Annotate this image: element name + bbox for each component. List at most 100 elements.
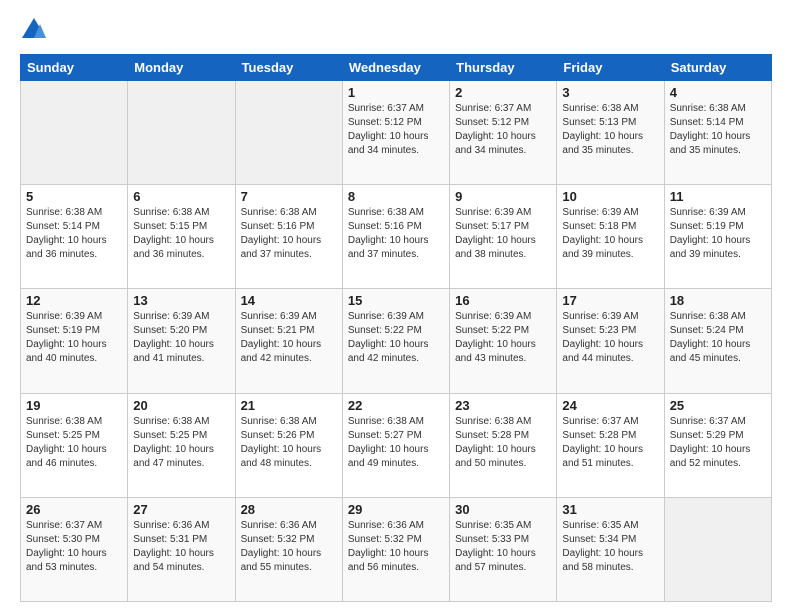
day-info: Sunrise: 6:37 AM Sunset: 5:30 PM Dayligh… [26, 519, 122, 575]
day-info: Sunrise: 6:38 AM Sunset: 5:14 PM Dayligh… [26, 206, 122, 262]
day-info: Sunrise: 6:39 AM Sunset: 5:17 PM Dayligh… [455, 206, 551, 262]
logo [20, 16, 52, 44]
weekday-monday: Monday [128, 55, 235, 81]
day-info: Sunrise: 6:37 AM Sunset: 5:12 PM Dayligh… [455, 102, 551, 158]
day-number: 25 [670, 398, 766, 413]
calendar-cell: 27Sunrise: 6:36 AM Sunset: 5:31 PM Dayli… [128, 497, 235, 601]
logo-icon [20, 16, 48, 44]
calendar-cell: 12 Sunrise: 6:39 AM Sunset: 5:19 PM Dayli… [21, 289, 128, 393]
day-number: 28 [241, 502, 337, 517]
day-info: Sunrise: 6:37 AM Sunset: 5:28 PM Dayligh… [562, 415, 658, 471]
day-info: Sunrise: 6:39 AM Sunset: 5:19 PM Dayligh… [26, 310, 122, 366]
calendar-cell: 30 Sunrise: 6:35 AM Sunset: 5:33 PM Dayli… [450, 497, 557, 601]
calendar-cell [21, 81, 128, 185]
day-number: 16 [455, 293, 551, 308]
calendar-cell [235, 81, 342, 185]
day-number: 9 [455, 189, 551, 204]
calendar-week-5: 26 Sunrise: 6:37 AM Sunset: 5:30 PM Dayli… [21, 497, 772, 601]
day-number: 29 [348, 502, 444, 517]
day-info: Sunrise: 6:38 AM Sunset: 5:25 PM Dayligh… [26, 415, 122, 471]
weekday-wednesday: Wednesday [342, 55, 449, 81]
calendar-cell [128, 81, 235, 185]
day-number: 15 [348, 293, 444, 308]
day-number: 5 [26, 189, 122, 204]
day-info: Sunrise: 6:38 AM Sunset: 5:14 PM Dayligh… [670, 102, 766, 158]
calendar-cell: 25 Sunrise: 6:37 AM Sunset: 5:29 PM Dayli… [664, 393, 771, 497]
calendar-week-4: 19 Sunrise: 6:38 AM Sunset: 5:25 PM Dayli… [21, 393, 772, 497]
day-number: 6 [133, 189, 229, 204]
calendar-cell: 24 Sunrise: 6:37 AM Sunset: 5:28 PM Dayli… [557, 393, 664, 497]
day-info: Sunrise: 6:39 AM Sunset: 5:22 PM Dayligh… [348, 310, 444, 366]
calendar-cell: 31Sunrise: 6:35 AM Sunset: 5:34 PM Dayli… [557, 497, 664, 601]
day-number: 17 [562, 293, 658, 308]
day-info: Sunrise: 6:38 AM Sunset: 5:26 PM Dayligh… [241, 415, 337, 471]
day-info: Sunrise: 6:35 AM Sunset: 5:33 PM Dayligh… [455, 519, 551, 575]
calendar-week-2: 5 Sunrise: 6:38 AM Sunset: 5:14 PM Daylig… [21, 185, 772, 289]
calendar-cell: 29 Sunrise: 6:36 AM Sunset: 5:32 PM Dayli… [342, 497, 449, 601]
day-number: 7 [241, 189, 337, 204]
day-number: 26 [26, 502, 122, 517]
calendar-cell: 23Sunrise: 6:38 AM Sunset: 5:28 PM Dayli… [450, 393, 557, 497]
calendar-cell: 26 Sunrise: 6:37 AM Sunset: 5:30 PM Dayli… [21, 497, 128, 601]
day-number: 11 [670, 189, 766, 204]
day-number: 4 [670, 85, 766, 100]
day-number: 12 [26, 293, 122, 308]
day-info: Sunrise: 6:38 AM Sunset: 5:27 PM Dayligh… [348, 415, 444, 471]
day-info: Sunrise: 6:39 AM Sunset: 5:18 PM Dayligh… [562, 206, 658, 262]
calendar-week-3: 12 Sunrise: 6:39 AM Sunset: 5:19 PM Dayli… [21, 289, 772, 393]
calendar-cell: 7 Sunrise: 6:38 AM Sunset: 5:16 PM Daylig… [235, 185, 342, 289]
calendar-cell: 20Sunrise: 6:38 AM Sunset: 5:25 PM Dayli… [128, 393, 235, 497]
day-number: 18 [670, 293, 766, 308]
day-number: 2 [455, 85, 551, 100]
calendar-cell: 14 Sunrise: 6:39 AM Sunset: 5:21 PM Dayli… [235, 289, 342, 393]
calendar-body: 1 Sunrise: 6:37 AM Sunset: 5:12 PM Daylig… [21, 81, 772, 602]
day-number: 24 [562, 398, 658, 413]
calendar-cell: 28 Sunrise: 6:36 AM Sunset: 5:32 PM Dayli… [235, 497, 342, 601]
day-info: Sunrise: 6:38 AM Sunset: 5:15 PM Dayligh… [133, 206, 229, 262]
day-number: 1 [348, 85, 444, 100]
calendar: SundayMondayTuesdayWednesdayThursdayFrid… [20, 54, 772, 602]
day-number: 27 [133, 502, 229, 517]
weekday-friday: Friday [557, 55, 664, 81]
calendar-cell: 5 Sunrise: 6:38 AM Sunset: 5:14 PM Daylig… [21, 185, 128, 289]
header [20, 16, 772, 44]
weekday-thursday: Thursday [450, 55, 557, 81]
day-info: Sunrise: 6:38 AM Sunset: 5:16 PM Dayligh… [241, 206, 337, 262]
calendar-cell: 9 Sunrise: 6:39 AM Sunset: 5:17 PM Daylig… [450, 185, 557, 289]
calendar-cell: 19 Sunrise: 6:38 AM Sunset: 5:25 PM Dayli… [21, 393, 128, 497]
day-info: Sunrise: 6:37 AM Sunset: 5:29 PM Dayligh… [670, 415, 766, 471]
day-info: Sunrise: 6:39 AM Sunset: 5:20 PM Dayligh… [133, 310, 229, 366]
calendar-cell [664, 497, 771, 601]
calendar-cell: 11 Sunrise: 6:39 AM Sunset: 5:19 PM Dayli… [664, 185, 771, 289]
day-info: Sunrise: 6:39 AM Sunset: 5:21 PM Dayligh… [241, 310, 337, 366]
calendar-cell: 18 Sunrise: 6:38 AM Sunset: 5:24 PM Dayli… [664, 289, 771, 393]
day-info: Sunrise: 6:36 AM Sunset: 5:32 PM Dayligh… [348, 519, 444, 575]
day-number: 13 [133, 293, 229, 308]
day-info: Sunrise: 6:39 AM Sunset: 5:23 PM Dayligh… [562, 310, 658, 366]
weekday-header-row: SundayMondayTuesdayWednesdayThursdayFrid… [21, 55, 772, 81]
day-info: Sunrise: 6:36 AM Sunset: 5:32 PM Dayligh… [241, 519, 337, 575]
day-number: 19 [26, 398, 122, 413]
day-info: Sunrise: 6:39 AM Sunset: 5:19 PM Dayligh… [670, 206, 766, 262]
calendar-cell: 10 Sunrise: 6:39 AM Sunset: 5:18 PM Dayli… [557, 185, 664, 289]
calendar-cell: 8Sunrise: 6:38 AM Sunset: 5:16 PM Daylig… [342, 185, 449, 289]
calendar-cell: 13 Sunrise: 6:39 AM Sunset: 5:20 PM Dayli… [128, 289, 235, 393]
day-number: 20 [133, 398, 229, 413]
calendar-cell: 21Sunrise: 6:38 AM Sunset: 5:26 PM Dayli… [235, 393, 342, 497]
day-number: 23 [455, 398, 551, 413]
calendar-cell: 15 Sunrise: 6:39 AM Sunset: 5:22 PM Dayli… [342, 289, 449, 393]
day-number: 10 [562, 189, 658, 204]
calendar-cell: 2 Sunrise: 6:37 AM Sunset: 5:12 PM Daylig… [450, 81, 557, 185]
day-number: 8 [348, 189, 444, 204]
day-number: 31 [562, 502, 658, 517]
calendar-cell: 22Sunrise: 6:38 AM Sunset: 5:27 PM Dayli… [342, 393, 449, 497]
calendar-cell: 4 Sunrise: 6:38 AM Sunset: 5:14 PM Daylig… [664, 81, 771, 185]
day-info: Sunrise: 6:38 AM Sunset: 5:24 PM Dayligh… [670, 310, 766, 366]
calendar-week-1: 1 Sunrise: 6:37 AM Sunset: 5:12 PM Daylig… [21, 81, 772, 185]
page: SundayMondayTuesdayWednesdayThursdayFrid… [0, 0, 792, 612]
weekday-sunday: Sunday [21, 55, 128, 81]
day-number: 30 [455, 502, 551, 517]
day-number: 3 [562, 85, 658, 100]
calendar-cell: 1Sunrise: 6:37 AM Sunset: 5:12 PM Daylig… [342, 81, 449, 185]
day-number: 14 [241, 293, 337, 308]
